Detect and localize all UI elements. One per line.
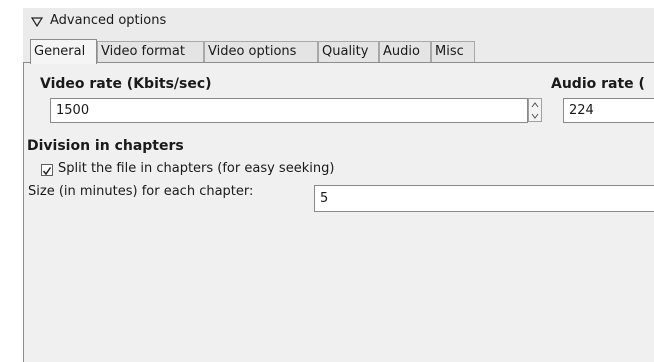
tab-audio[interactable]: Audio bbox=[379, 41, 431, 63]
video-rate-spinner[interactable] bbox=[528, 98, 542, 122]
division-chapters-heading: Division in chapters bbox=[27, 138, 184, 154]
tab-video-format[interactable]: Video format bbox=[97, 41, 204, 63]
advanced-options-expander[interactable]: Advanced options bbox=[23, 8, 654, 36]
spin-up-icon[interactable] bbox=[530, 100, 540, 110]
audio-rate-label: Audio rate ( bbox=[551, 76, 645, 92]
tab-bar: General Video format Video options Quali… bbox=[23, 36, 654, 64]
chapter-size-input[interactable]: 5 bbox=[314, 185, 654, 212]
video-rate-input[interactable]: 1500 bbox=[50, 98, 528, 123]
spin-down-icon[interactable] bbox=[530, 111, 540, 121]
audio-rate-input[interactable]: 224 bbox=[563, 98, 654, 123]
window-left-margin bbox=[0, 0, 23, 342]
tab-general[interactable]: General bbox=[30, 39, 97, 64]
tab-quality[interactable]: Quality bbox=[318, 41, 379, 63]
checkmark-icon bbox=[42, 167, 52, 176]
split-chapters-checkbox[interactable] bbox=[41, 164, 53, 176]
expander-triangle-icon bbox=[30, 16, 44, 31]
general-tab-panel: Video rate (Kbits/sec) 1500 Audio rate (… bbox=[23, 62, 654, 362]
chapter-size-label: Size (in minutes) for each chapter: bbox=[28, 184, 254, 199]
tab-misc[interactable]: Misc bbox=[431, 41, 475, 63]
split-chapters-label[interactable]: Split the file in chapters (for easy see… bbox=[58, 161, 334, 176]
expander-label: Advanced options bbox=[50, 13, 167, 28]
video-rate-label: Video rate (Kbits/sec) bbox=[40, 76, 212, 92]
tab-video-options[interactable]: Video options bbox=[204, 41, 318, 63]
